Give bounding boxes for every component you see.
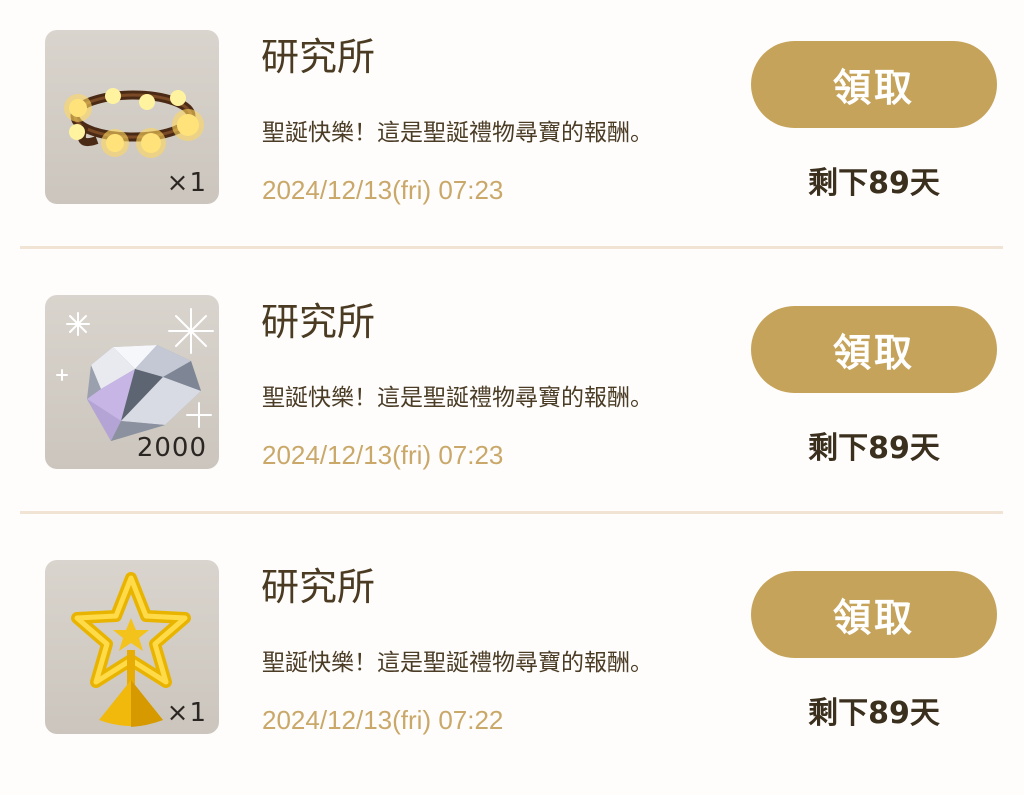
reward-message: 聖誕快樂！這是聖誕禮物尋寶的報酬。	[262, 650, 653, 676]
reward-message: 聖誕快樂！這是聖誕禮物尋寶的報酬。	[262, 120, 653, 146]
reward-item-thumbnail: 2000	[45, 295, 219, 469]
item-quantity: ×1	[166, 168, 207, 198]
remaining-days: 剩下89天	[808, 431, 940, 466]
reward-item-thumbnail: ×1	[45, 560, 219, 734]
reward-row: 2000 研究所 聖誕快樂！這是聖誕禮物尋寶的報酬。 2024/12/13(fr…	[0, 265, 1024, 530]
reward-item-thumbnail: ×1	[45, 30, 219, 204]
item-quantity: 2000	[136, 433, 207, 463]
item-quantity: ×1	[166, 698, 207, 728]
claim-button[interactable]: 領取	[751, 41, 997, 128]
reward-date: 2024/12/13(fri) 07:23	[262, 175, 504, 205]
claim-button[interactable]: 領取	[751, 571, 997, 658]
reward-sender: 研究所	[261, 35, 376, 79]
reward-row: ×1 研究所 聖誕快樂！這是聖誕禮物尋寶的報酬。 2024/12/13(fri)…	[0, 0, 1024, 265]
reward-date: 2024/12/13(fri) 07:22	[262, 705, 504, 735]
claim-button[interactable]: 領取	[751, 306, 997, 393]
row-divider	[20, 511, 1003, 514]
reward-list: ×1 研究所 聖誕快樂！這是聖誕禮物尋寶的報酬。 2024/12/13(fri)…	[0, 0, 1024, 773]
reward-sender: 研究所	[261, 300, 376, 344]
reward-date: 2024/12/13(fri) 07:23	[262, 440, 504, 470]
remaining-days: 剩下89天	[808, 166, 940, 201]
row-divider	[20, 246, 1003, 249]
reward-sender: 研究所	[261, 565, 376, 609]
reward-row: ×1 研究所 聖誕快樂！這是聖誕禮物尋寶的報酬。 2024/12/13(fri)…	[0, 530, 1024, 795]
remaining-days: 剩下89天	[808, 696, 940, 731]
reward-message: 聖誕快樂！這是聖誕禮物尋寶的報酬。	[262, 385, 653, 411]
